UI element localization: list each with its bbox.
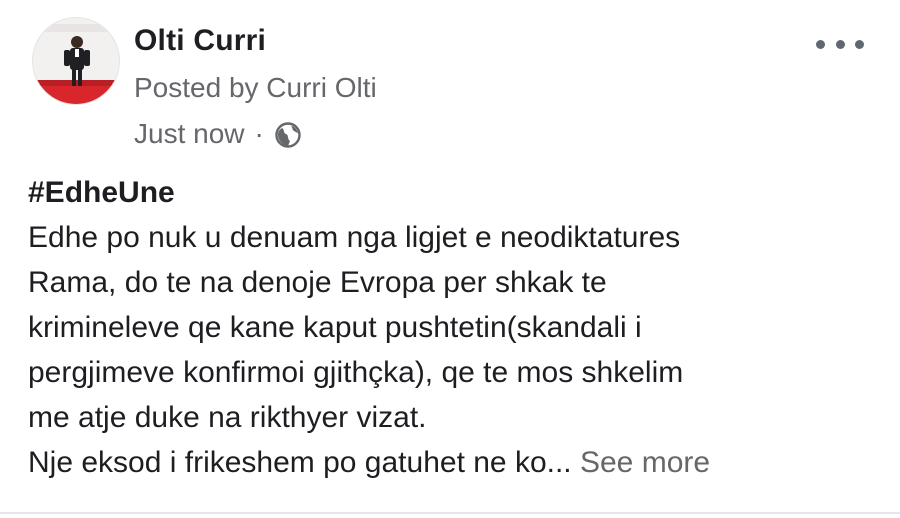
divider (0, 512, 900, 514)
body-line-truncated: Nje eksod i frikeshem po gatuhet ne ko..… (28, 446, 572, 479)
body-line-last: Nje eksod i frikeshem po gatuhet ne ko..… (28, 440, 878, 485)
facebook-post: Olti Curri Posted by Curri Olti Just now… (0, 0, 900, 518)
hashtag-link[interactable]: #EdheUne (28, 170, 878, 215)
more-dot (835, 39, 845, 49)
body-line: me atje duke na rikthyer vizat. (28, 401, 427, 434)
see-more-link[interactable]: See more (580, 446, 710, 479)
post-meta: Just now · (134, 118, 302, 150)
post-header: Olti Curri Posted by Curri Olti Just now… (26, 14, 876, 164)
avatar-photo (33, 18, 119, 104)
author-name[interactable]: Olti Curri (134, 24, 266, 58)
more-dot (855, 39, 864, 49)
more-options-button[interactable] (816, 32, 864, 56)
post-content: #EdheUne Edhe po nuk u denuam nga ligjet… (28, 170, 878, 485)
body-line: pergjimeve konfirmoi gjithçka), qe te mo… (28, 356, 684, 389)
globe-icon[interactable] (274, 121, 302, 149)
avatar[interactable] (32, 17, 120, 105)
timestamp[interactable]: Just now (134, 118, 245, 150)
posted-by-label: Posted by Curri Olti (134, 72, 377, 103)
body-line: Edhe po nuk u denuam nga ligjet e neodik… (28, 221, 681, 254)
more-horizontal-icon (816, 39, 825, 49)
body-line: krimineleve qe kane kaput pushtetin(skan… (28, 311, 642, 344)
meta-separator: · (254, 118, 264, 149)
body-line: Rama, do te na denoje Evropa per shkak t… (28, 266, 607, 299)
